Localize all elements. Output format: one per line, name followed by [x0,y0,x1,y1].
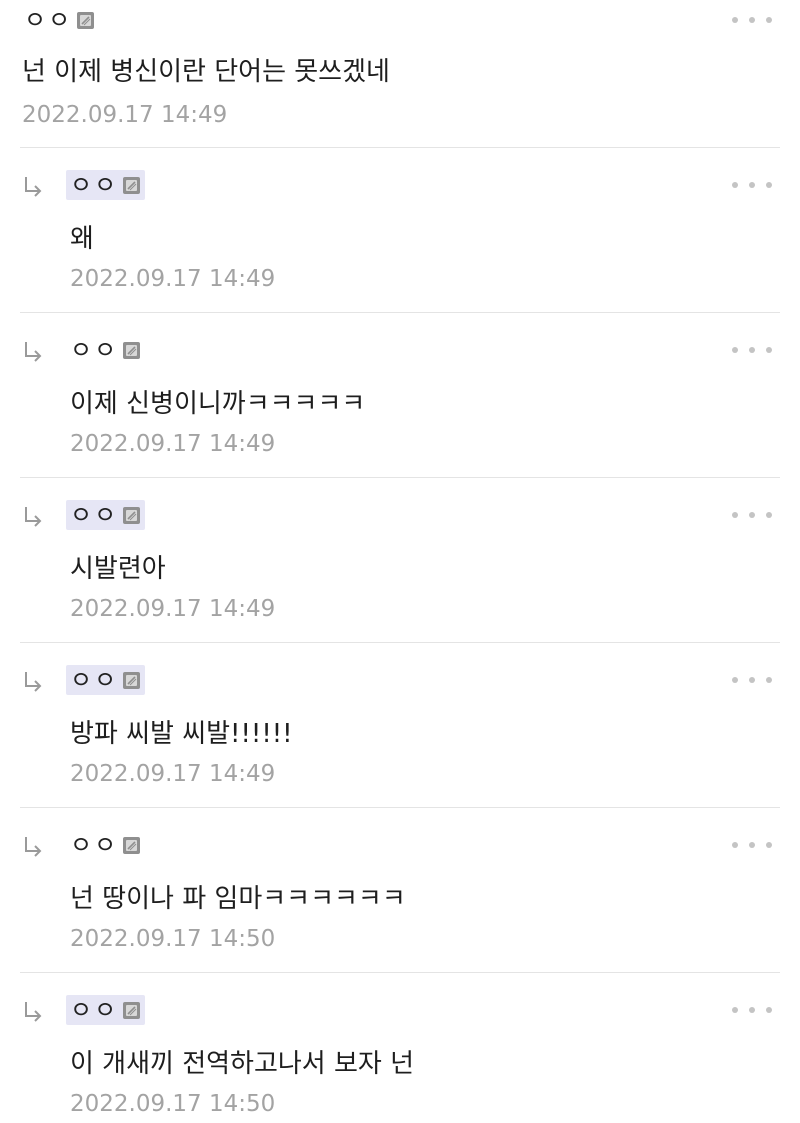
reply-timestamp: 2022.09.17 14:49 [70,431,276,457]
reply-timestamp: 2022.09.17 14:50 [70,926,276,952]
reply-arrow-icon [22,174,44,198]
author-nickname: ㅇㅇ [70,171,119,199]
gallery-member-icon [76,11,95,30]
reply-text: 이 개새끼 전역하고나서 보자 넌 [70,1049,415,1079]
more-options-icon[interactable] [732,505,772,525]
reply-timestamp: 2022.09.17 14:49 [70,266,276,292]
reply-text: 넌 땅이나 파 임마ㅋㅋㅋㅋㅋㅋ [70,884,406,914]
reply-author[interactable]: ㅇㅇ [66,665,146,695]
reply-arrow-icon [22,834,44,858]
author-nickname: ㅇㅇ [70,666,119,694]
reply-comment: ㅇㅇ 방파 씨발 씨발!!!!!! 2022.09.17 14:49 [0,643,800,808]
reply-text: 왜 [70,224,94,254]
reply-text: 방파 씨발 씨발!!!!!! [70,719,293,749]
reply-text: 이제 신병이니까ㅋㅋㅋㅋㅋ [70,389,366,419]
reply-arrow-icon [22,504,44,528]
author-nickname: ㅇㅇ [24,6,73,34]
reply-comment: ㅇㅇ 왜 2022.09.17 14:49 [0,148,800,313]
author-nickname: ㅇㅇ [70,336,119,364]
gallery-member-icon [122,176,141,195]
more-options-icon[interactable] [732,340,772,360]
reply-comment: ㅇㅇ 이제 신병이니까ㅋㅋㅋㅋㅋ 2022.09.17 14:49 [0,313,800,478]
comment-thread: ㅇㅇ 넌 이제 병신이란 단어는 못쓰겠네 2022.09.17 14:49 ㅇ… [0,0,800,1123]
gallery-member-icon [122,1001,141,1020]
reply-arrow-icon [22,339,44,363]
comment-author[interactable]: ㅇㅇ [20,5,99,35]
more-options-icon[interactable] [732,10,772,30]
reply-author[interactable]: ㅇㅇ [66,335,145,365]
gallery-member-icon [122,671,141,690]
reply-author[interactable]: ㅇㅇ [66,995,146,1025]
more-options-icon[interactable] [732,670,772,690]
comment: ㅇㅇ 넌 이제 병신이란 단어는 못쓰겠네 2022.09.17 14:49 [0,0,800,148]
reply-comment: ㅇㅇ 시발련아 2022.09.17 14:49 [0,478,800,643]
gallery-member-icon [122,836,141,855]
author-nickname: ㅇㅇ [70,501,119,529]
reply-comment: ㅇㅇ 이 개새끼 전역하고나서 보자 넌 2022.09.17 14:50 [0,973,800,1123]
comment-text: 넌 이제 병신이란 단어는 못쓰겠네 [22,57,390,87]
reply-comment: ㅇㅇ 넌 땅이나 파 임마ㅋㅋㅋㅋㅋㅋ 2022.09.17 14:50 [0,808,800,973]
reply-author[interactable]: ㅇㅇ [66,500,146,530]
reply-timestamp: 2022.09.17 14:50 [70,1091,276,1117]
comment-timestamp: 2022.09.17 14:49 [22,102,228,128]
reply-arrow-icon [22,669,44,693]
reply-timestamp: 2022.09.17 14:49 [70,761,276,787]
reply-timestamp: 2022.09.17 14:49 [70,596,276,622]
gallery-member-icon [122,341,141,360]
more-options-icon[interactable] [732,835,772,855]
more-options-icon[interactable] [732,175,772,195]
gallery-member-icon [122,506,141,525]
reply-author[interactable]: ㅇㅇ [66,830,145,860]
reply-arrow-icon [22,999,44,1023]
more-options-icon[interactable] [732,1000,772,1020]
reply-author[interactable]: ㅇㅇ [66,170,146,200]
author-nickname: ㅇㅇ [70,996,119,1024]
reply-text: 시발련아 [70,554,166,584]
author-nickname: ㅇㅇ [70,831,119,859]
